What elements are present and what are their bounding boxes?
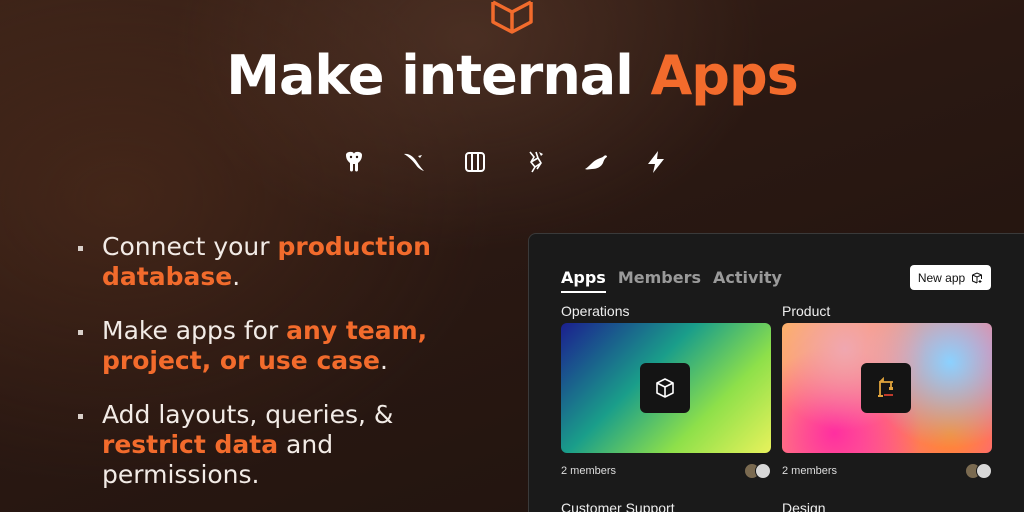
feature-item: Make apps for any team, project, or use … [78,316,498,376]
avatar [976,463,992,479]
feature-list: Connect your production database. Make a… [78,232,498,512]
apps-panel: Apps Members Activity New app Operations… [528,233,1024,512]
integration-icons [340,144,670,180]
app-card-design[interactable]: Design [782,500,992,512]
panel-tabs: Apps Members Activity [561,268,782,293]
bolt-icon [642,148,670,176]
headline: Make internal Apps [0,44,1024,107]
tab-apps[interactable]: Apps [561,268,606,293]
crane-icon [878,377,893,397]
member-count: 2 members [782,465,838,477]
app-tile [640,363,690,413]
new-app-label: New app [917,270,966,285]
avatar-group [965,463,992,479]
tab-activity[interactable]: Activity [713,268,782,293]
card-title: Product [782,303,831,319]
mariadb-icon [582,148,610,176]
card-footer: 2 members [782,453,992,489]
avatar [755,463,771,479]
cube-icon [656,378,674,398]
card-thumbnail[interactable] [782,323,992,453]
member-count: 2 members [561,465,617,477]
headline-accent: Apps [650,44,799,107]
headline-main: Make internal [226,44,651,107]
new-app-button[interactable]: New app [910,265,991,290]
feature-item: Connect your production database. [78,232,498,292]
tab-members[interactable]: Members [618,268,701,293]
app-card-customer-support[interactable]: Customer Support [561,500,771,512]
postgres-icon [340,148,368,176]
card-title: Customer Support [561,500,675,512]
card-footer: 2 members [561,453,771,489]
card-title: Design [782,500,826,512]
card-thumbnail[interactable] [561,323,771,453]
app-tile [861,363,911,413]
sql-server-icon [461,148,489,176]
cube-outline-icon [491,0,533,34]
hadoop-hive-icon [521,148,549,176]
feature-item: Add layouts, queries, & restrict data an… [78,400,498,490]
avatar-group [744,463,771,479]
app-card-product[interactable]: Product 2 members [782,303,992,489]
mysql-icon [400,148,428,176]
card-title: Operations [561,303,630,319]
app-card-operations[interactable]: Operations 2 members [561,303,771,489]
add-cube-icon [972,271,983,283]
